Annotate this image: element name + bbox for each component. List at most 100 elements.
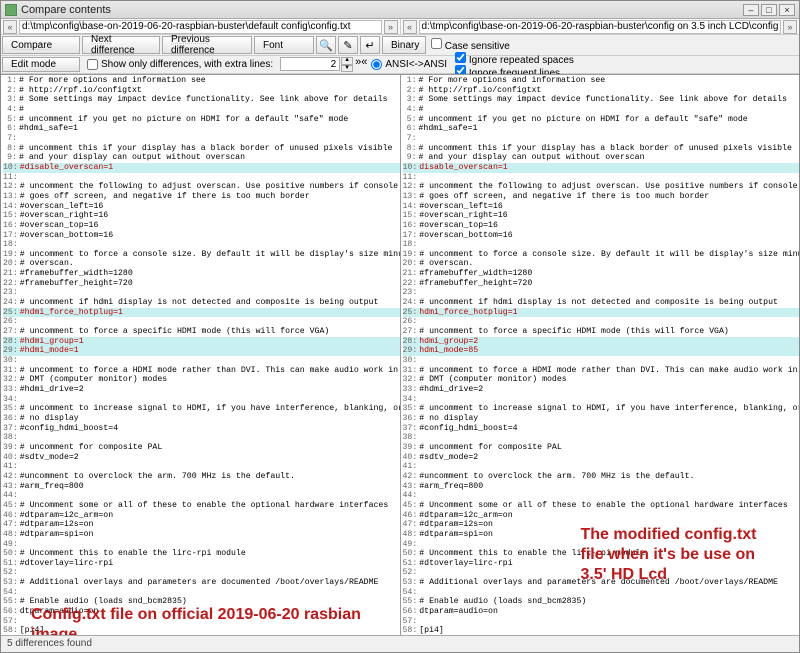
code-line[interactable]: 7:: [3, 134, 400, 144]
code-line[interactable]: 38:: [3, 433, 400, 443]
code-line[interactable]: 27:# uncomment to force a specific HDMI …: [3, 327, 400, 337]
case-sensitive-check[interactable]: Case sensitive: [431, 38, 795, 52]
code-line[interactable]: 57:: [403, 617, 800, 627]
code-line[interactable]: 1:# For more options and information see: [403, 76, 800, 86]
code-line[interactable]: 25:hdmi_force_hotplug=1: [403, 308, 800, 318]
code-line[interactable]: 48:#dtparam=spi=on: [3, 530, 400, 540]
code-line[interactable]: 5:# uncomment if you get no picture on H…: [403, 115, 800, 125]
code-line[interactable]: 30:: [403, 356, 800, 366]
right-path-next-icon[interactable]: »: [783, 20, 797, 34]
right-path-input[interactable]: [419, 20, 782, 34]
code-line[interactable]: 58:[pi4]: [3, 626, 400, 635]
code-line[interactable]: 22:#framebuffer_height=720: [403, 279, 800, 289]
code-line[interactable]: 45:# Uncomment some or all of these to e…: [3, 501, 400, 511]
code-line[interactable]: 31:# uncomment to force a HDMI mode rath…: [403, 366, 800, 376]
code-line[interactable]: 15:#overscan_right=16: [3, 211, 400, 221]
goto-icon[interactable]: ✎: [338, 36, 358, 54]
right-pane[interactable]: 1:# For more options and information see…: [401, 75, 800, 635]
code-line[interactable]: 39:# uncomment for composite PAL: [403, 443, 800, 453]
code-line[interactable]: 33:#hdmi_drive=2: [403, 385, 800, 395]
code-line[interactable]: 42:#uncomment to overclock the arm. 700 …: [3, 472, 400, 482]
code-line[interactable]: 4:#: [403, 105, 800, 115]
code-line[interactable]: 54:: [403, 588, 800, 598]
code-line[interactable]: 35:# uncomment to increase signal to HDM…: [3, 404, 400, 414]
code-line[interactable]: 15:#overscan_right=16: [403, 211, 800, 221]
prev-diff-button[interactable]: Previous difference: [162, 36, 252, 54]
code-line[interactable]: 13:# goes off screen, and negative if th…: [403, 192, 800, 202]
compare-button[interactable]: Compare: [2, 36, 80, 54]
code-line[interactable]: 50:# Uncomment this to enable the lirc-r…: [3, 549, 400, 559]
code-line[interactable]: 36:# no display: [3, 414, 400, 424]
code-line[interactable]: 14:#overscan_left=16: [3, 202, 400, 212]
code-line[interactable]: 43:#arm_freq=800: [403, 482, 800, 492]
left-path-input[interactable]: [19, 20, 382, 34]
titlebar[interactable]: Compare contents – □ ×: [1, 1, 799, 19]
code-line[interactable]: 47:#dtparam=i2s=on: [3, 520, 400, 530]
left-code-view[interactable]: 1:# For more options and information see…: [1, 75, 400, 635]
close-button[interactable]: ×: [779, 4, 795, 16]
code-line[interactable]: 2:# http://rpf.io/configtxt: [3, 86, 400, 96]
code-line[interactable]: 55:# Enable audio (loads snd_bcm2835): [3, 597, 400, 607]
right-code-view[interactable]: 1:# For more options and information see…: [401, 75, 800, 635]
code-line[interactable]: 51:#dtoverlay=lirc-rpi: [3, 559, 400, 569]
code-line[interactable]: 24:# uncomment if hdmi display is not de…: [403, 298, 800, 308]
code-line[interactable]: 16:#overscan_top=16: [403, 221, 800, 231]
code-line[interactable]: 40:#sdtv_mode=2: [403, 453, 800, 463]
code-line[interactable]: 43:#arm_freq=800: [3, 482, 400, 492]
code-line[interactable]: 35:# uncomment to increase signal to HDM…: [403, 404, 800, 414]
left-path-back-icon[interactable]: «: [3, 20, 17, 34]
code-line[interactable]: 3:# Some settings may impact device func…: [3, 95, 400, 105]
maximize-button[interactable]: □: [761, 4, 777, 16]
code-line[interactable]: 41:: [3, 462, 400, 472]
code-line[interactable]: 12:# uncomment the following to adjust o…: [3, 182, 400, 192]
code-line[interactable]: 20:# overscan.: [3, 259, 400, 269]
font-button[interactable]: Font: [254, 36, 314, 54]
code-line[interactable]: 47:#dtparam=i2s=on: [403, 520, 800, 530]
code-line[interactable]: 56:dtparam=audio=on: [403, 607, 800, 617]
code-line[interactable]: 46:#dtparam=i2c_arm=on: [3, 511, 400, 521]
code-line[interactable]: 28:hdmi_group=2: [403, 337, 800, 347]
left-path-next-icon[interactable]: »: [384, 20, 398, 34]
spin-up-icon[interactable]: ▲: [341, 57, 353, 65]
code-line[interactable]: 18:: [3, 240, 400, 250]
code-line[interactable]: 37:#config_hdmi_boost=4: [3, 424, 400, 434]
code-line[interactable]: 32:# DMT (computer monitor) modes: [403, 375, 800, 385]
code-line[interactable]: 38:: [403, 433, 800, 443]
code-line[interactable]: 19:# uncomment to force a console size. …: [403, 250, 800, 260]
code-line[interactable]: 44:: [3, 491, 400, 501]
code-line[interactable]: 57:: [3, 617, 400, 627]
code-line[interactable]: 54:: [3, 588, 400, 598]
code-line[interactable]: 12:# uncomment the following to adjust o…: [403, 182, 800, 192]
code-line[interactable]: 21:#framebuffer_width=1280: [403, 269, 800, 279]
code-line[interactable]: 23:: [3, 288, 400, 298]
code-line[interactable]: 17:#overscan_bottom=16: [3, 231, 400, 241]
next-diff-button[interactable]: Next difference: [82, 36, 160, 54]
code-line[interactable]: 4:#: [3, 105, 400, 115]
code-line[interactable]: 11:: [3, 173, 400, 183]
code-line[interactable]: 29:hdmi_mode=85: [403, 346, 800, 356]
edit-mode-button[interactable]: Edit mode: [2, 57, 80, 72]
code-line[interactable]: 49:: [403, 540, 800, 550]
code-line[interactable]: 51:#dtoverlay=lirc-rpi: [403, 559, 800, 569]
code-line[interactable]: 28:#hdmi_group=1: [3, 337, 400, 347]
code-line[interactable]: 26:: [3, 317, 400, 327]
code-line[interactable]: 39:# uncomment for composite PAL: [3, 443, 400, 453]
code-line[interactable]: 7:: [403, 134, 800, 144]
code-line[interactable]: 24:# uncomment if hdmi display is not de…: [3, 298, 400, 308]
code-line[interactable]: 27:# uncomment to force a specific HDMI …: [403, 327, 800, 337]
code-line[interactable]: 2:# http://rpf.io/configtxt: [403, 86, 800, 96]
code-line[interactable]: 5:# uncomment if you get no picture on H…: [3, 115, 400, 125]
code-line[interactable]: 1:# For more options and information see: [3, 76, 400, 86]
code-line[interactable]: 23:: [403, 288, 800, 298]
code-line[interactable]: 53:# Additional overlays and parameters …: [3, 578, 400, 588]
code-line[interactable]: 37:#config_hdmi_boost=4: [403, 424, 800, 434]
ansi-radio[interactable]: ANSI<->ANSI: [367, 56, 451, 73]
code-line[interactable]: 3:# Some settings may impact device func…: [403, 95, 800, 105]
code-line[interactable]: 32:# DMT (computer monitor) modes: [3, 375, 400, 385]
ignore-spaces-check[interactable]: Ignore repeated spaces: [455, 52, 795, 65]
code-line[interactable]: 30:: [3, 356, 400, 366]
code-line[interactable]: 19:# uncomment to force a console size. …: [3, 250, 400, 260]
code-line[interactable]: 34:: [403, 395, 800, 405]
code-line[interactable]: 18:: [403, 240, 800, 250]
code-line[interactable]: 13:# goes off screen, and negative if th…: [3, 192, 400, 202]
